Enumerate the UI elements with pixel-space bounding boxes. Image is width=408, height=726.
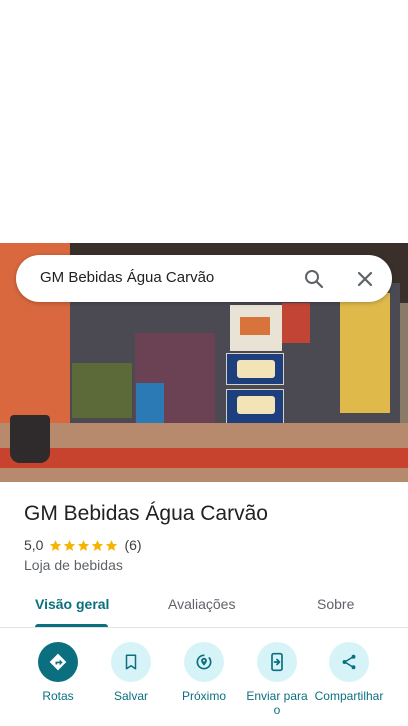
photo-bucket	[10, 415, 50, 463]
photo-sign	[282, 303, 310, 343]
star-icon	[92, 539, 104, 551]
place-category: Loja de bebidas	[24, 557, 123, 573]
directions-button[interactable]: Rotas	[23, 642, 93, 703]
close-icon[interactable]	[353, 267, 377, 291]
rating-value: 5,0	[24, 537, 44, 553]
photo-crate	[226, 353, 284, 385]
send-to-phone-icon	[257, 642, 297, 682]
rating-row[interactable]: 5,0 (6)	[24, 536, 142, 554]
place-title: GM Bebidas Água Carvão	[24, 502, 268, 525]
send-to-phone-button[interactable]: Enviar para o	[242, 642, 312, 717]
photo-bottles	[72, 363, 132, 418]
tab-overview[interactable]: Visão geral	[35, 596, 109, 612]
directions-icon	[38, 642, 78, 682]
tab-reviews[interactable]: Avaliações	[168, 596, 235, 612]
review-count: (6)	[124, 537, 142, 553]
search-icon[interactable]	[302, 267, 326, 291]
photo-floor-strip	[0, 448, 408, 468]
nearby-icon	[184, 642, 224, 682]
share-label: Compartilhar	[314, 689, 384, 703]
rating-stars	[49, 539, 119, 552]
save-button[interactable]: Salvar	[96, 642, 166, 703]
photo-bottles	[136, 383, 164, 428]
search-query[interactable]: GM Bebidas Água Carvão	[40, 269, 214, 286]
save-label: Salvar	[113, 689, 148, 703]
photo-box	[230, 305, 282, 351]
share-button[interactable]: Compartilhar	[314, 642, 384, 703]
tab-indicator	[35, 624, 108, 627]
share-icon	[329, 642, 369, 682]
star-icon	[64, 539, 76, 551]
bookmark-icon	[111, 642, 151, 682]
photo-door	[340, 293, 390, 413]
tab-about[interactable]: Sobre	[317, 596, 354, 612]
send-to-phone-label: Enviar para o	[246, 689, 308, 717]
star-icon	[78, 539, 90, 551]
star-icon	[50, 539, 62, 551]
star-icon	[106, 539, 118, 551]
search-bar[interactable]: GM Bebidas Água Carvão	[16, 255, 392, 302]
maps-place-page: GM Bebidas Água Carvão GM Bebidas Água C…	[0, 0, 408, 726]
map-area[interactable]	[0, 0, 408, 243]
photo-crate	[226, 389, 284, 427]
directions-label: Rotas	[42, 689, 74, 703]
nearby-label: Próximo	[181, 689, 226, 703]
nearby-button[interactable]: Próximo	[169, 642, 239, 703]
tab-bar: Visão geral Avaliações Sobre	[0, 588, 408, 628]
